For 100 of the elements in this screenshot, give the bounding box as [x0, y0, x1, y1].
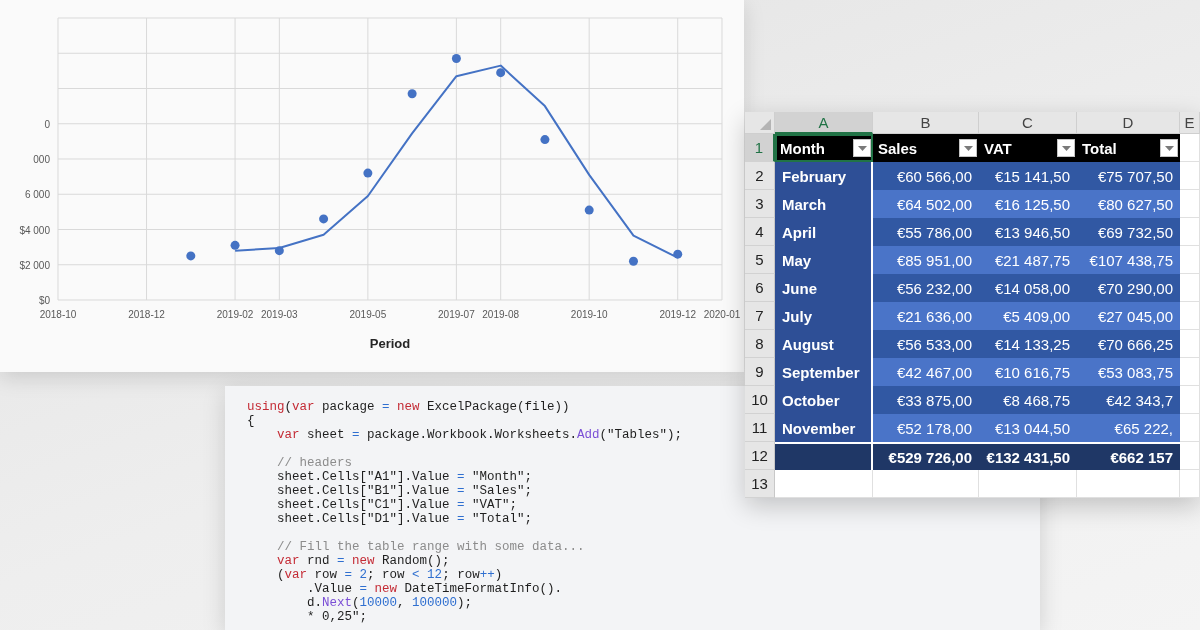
table-cell: €56 533,00	[873, 330, 979, 358]
column-header[interactable]: D	[1077, 112, 1180, 134]
table-cell: €69 732,50	[1077, 218, 1180, 246]
filter-button[interactable]	[1160, 139, 1178, 157]
x-axis-label: 2018-10	[39, 309, 77, 320]
table-cell: April	[775, 218, 873, 246]
code-line: sheet.Cells["D1"].Value = "Total";	[277, 512, 533, 526]
row-header[interactable]: 8	[745, 330, 775, 358]
table-cell[interactable]	[1180, 358, 1200, 386]
table-cell: €52 178,00	[873, 414, 979, 442]
x-axis-label: 2019-02	[216, 309, 254, 320]
table-cell: €53 083,75	[1077, 358, 1180, 386]
row-header[interactable]: 9	[745, 358, 775, 386]
y-axis-label: 000	[33, 154, 50, 165]
table-cell: €70 666,25	[1077, 330, 1180, 358]
table-cell[interactable]	[1077, 470, 1180, 498]
row-header[interactable]: 13	[745, 470, 775, 498]
table-cell: June	[775, 274, 873, 302]
code-line: sheet.Cells["B1"].Value = "Sales";	[277, 484, 533, 498]
table-cell: August	[775, 330, 873, 358]
header-label: VAT	[984, 139, 1012, 157]
table-cell: €56 232,00	[873, 274, 979, 302]
row-header[interactable]: 11	[745, 414, 775, 442]
code-line: var sheet = package.Workbook.Worksheets.Add("Tables");	[277, 428, 683, 442]
table-cell[interactable]	[979, 470, 1077, 498]
table-header-cell[interactable]: VAT	[979, 134, 1077, 162]
table-cell[interactable]	[1180, 190, 1200, 218]
table-cell: €14 058,00	[979, 274, 1077, 302]
code-line: d.Next(10000, 100000);	[307, 596, 473, 610]
code-line: var rnd = new Random();	[277, 554, 450, 568]
table-cell: €27 045,00	[1077, 302, 1180, 330]
table-cell: €75 707,50	[1077, 162, 1180, 190]
x-axis-label: 2020-01	[703, 309, 741, 320]
corner-triangle-icon[interactable]	[760, 119, 771, 130]
x-axis-label: 2019-10	[570, 309, 608, 320]
table-cell[interactable]	[1180, 414, 1200, 442]
table-cell[interactable]	[1180, 162, 1200, 190]
column-header[interactable]: B	[873, 112, 979, 134]
table-cell: €80 627,50	[1077, 190, 1180, 218]
y-axis-label: $2 000	[19, 259, 50, 271]
table-cell: September	[775, 358, 873, 386]
caret-down-icon	[857, 145, 867, 151]
y-axis-label: $4 000	[19, 224, 50, 236]
row-header[interactable]: 4	[745, 218, 775, 246]
table-cell[interactable]	[775, 470, 873, 498]
table-cell: €13 044,50	[979, 414, 1077, 442]
table-cell[interactable]	[1180, 330, 1200, 358]
table-header-cell[interactable]: Sales	[873, 134, 979, 162]
column-header[interactable]: E	[1180, 112, 1200, 134]
table-cell: €60 566,00	[873, 162, 979, 190]
row-header[interactable]: 7	[745, 302, 775, 330]
table-cell[interactable]	[1180, 302, 1200, 330]
table-cell[interactable]	[1180, 386, 1200, 414]
table-cell: €64 502,00	[873, 190, 979, 218]
y-axis-label: $0	[38, 295, 50, 306]
y-axis-label: 6 000	[24, 189, 50, 201]
row-header[interactable]: 6	[745, 274, 775, 302]
row-header[interactable]: 5	[745, 246, 775, 274]
row-header[interactable]: 10	[745, 386, 775, 414]
table-header-cell[interactable]: Month	[775, 134, 873, 162]
x-axis-label: 2019-07	[438, 309, 475, 320]
filter-button[interactable]	[959, 139, 977, 157]
table-cell[interactable]	[1180, 218, 1200, 246]
column-header[interactable]: C	[979, 112, 1077, 134]
table-cell[interactable]	[1180, 442, 1200, 470]
table-cell[interactable]	[1180, 246, 1200, 274]
table-cell: February	[775, 162, 873, 190]
table-cell: €529 726,00	[873, 442, 979, 470]
row-header[interactable]: 12	[745, 442, 775, 470]
table-cell: July	[775, 302, 873, 330]
table-cell: October	[775, 386, 873, 414]
table-cell: €33 875,00	[873, 386, 979, 414]
table-cell: €15 141,50	[979, 162, 1077, 190]
table-cell: €5 409,00	[979, 302, 1077, 330]
x-axis-label: 2019-03	[261, 309, 298, 320]
axis-title: Period	[369, 336, 411, 351]
row-header[interactable]: 3	[745, 190, 775, 218]
table-cell: €662 157	[1077, 442, 1180, 470]
x-axis-label: 2018-12	[128, 309, 165, 320]
table-cell[interactable]	[873, 470, 979, 498]
caret-down-icon	[1164, 145, 1174, 151]
code-line: * 0,25";	[307, 610, 367, 624]
row-header[interactable]: 2	[745, 162, 775, 190]
table-cell: €107 438,75	[1077, 246, 1180, 274]
code-line: sheet.Cells["A1"].Value = "Month";	[277, 470, 533, 484]
table-cell[interactable]	[1180, 134, 1200, 162]
y-axis-label: 0	[44, 118, 50, 130]
column-header[interactable]: A	[775, 112, 873, 134]
header-label: Month	[780, 139, 825, 157]
x-axis-label: 2019-08	[482, 309, 519, 320]
filter-button[interactable]	[1057, 139, 1075, 157]
filter-button[interactable]	[853, 139, 871, 157]
table-cell[interactable]	[1180, 470, 1200, 498]
table-cell[interactable]	[1180, 274, 1200, 302]
code-line: using(var package = new ExcelPackage(file))	[247, 400, 570, 414]
x-axis-label: 2019-12	[659, 309, 697, 320]
table-header-cell[interactable]: Total	[1077, 134, 1180, 162]
table-cell: €132 431,50	[979, 442, 1077, 470]
code-line: .Value = new DateTimeFormatInfo().	[307, 582, 563, 596]
row-header[interactable]: 1	[745, 134, 775, 162]
